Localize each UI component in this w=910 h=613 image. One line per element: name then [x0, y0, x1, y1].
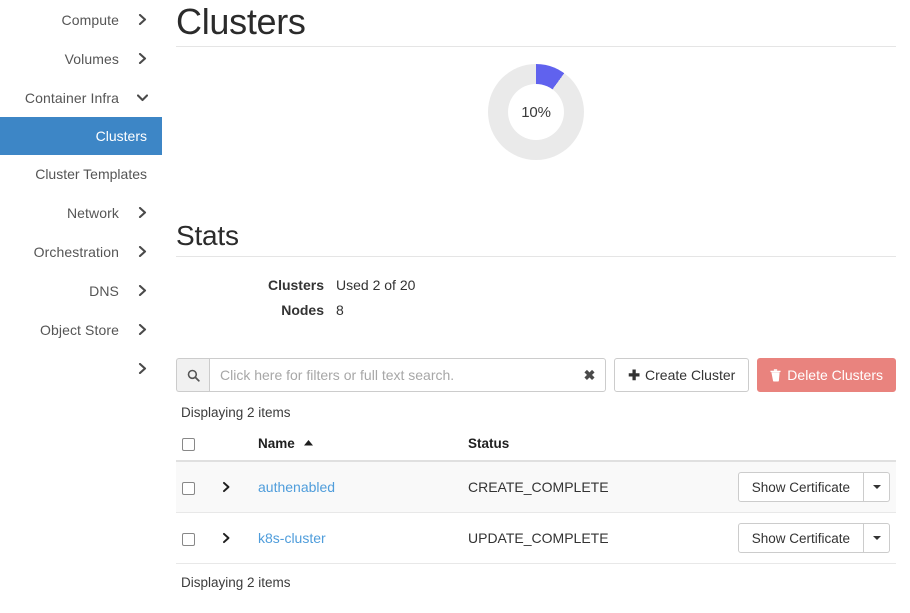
caret-down-icon [873, 485, 881, 489]
row-status-cell: UPDATE_COMPLETE [462, 513, 671, 564]
sidebar-item-label: Orchestration [34, 244, 119, 260]
create-cluster-button[interactable]: ✚ Create Cluster [614, 358, 749, 392]
cluster-name-link[interactable]: k8s-cluster [258, 530, 326, 546]
stats-key: Nodes [176, 300, 336, 325]
stats-value: Used 2 of 20 [336, 275, 896, 300]
stats-table: Clusters Used 2 of 20 Nodes 8 [176, 275, 896, 325]
sidebar-item-dns[interactable]: DNS [0, 271, 162, 310]
show-certificate-button[interactable]: Show Certificate [738, 472, 864, 502]
items-count-top: Displaying 2 items [176, 405, 896, 420]
show-certificate-split-button: Show Certificate [738, 472, 890, 502]
cluster-name-link[interactable]: authenabled [258, 479, 335, 495]
select-all-header [176, 430, 216, 461]
select-all-checkbox[interactable] [182, 438, 195, 451]
sidebar-item-compute[interactable]: Compute [0, 0, 162, 39]
chevron-down-icon [137, 92, 148, 103]
row-actions-dropdown-toggle[interactable] [864, 472, 890, 502]
sidebar-item-label: Volumes [65, 51, 119, 67]
row-select-cell [176, 461, 216, 513]
chevron-right-icon[interactable] [222, 531, 231, 547]
page-title: Clusters [176, 0, 896, 46]
chevron-right-icon [137, 363, 148, 374]
app-root: Compute Volumes Container Infra Clusters… [0, 0, 910, 613]
sidebar-item-container-infra[interactable]: Container Infra [0, 78, 162, 117]
search-field: ✖ [209, 358, 606, 392]
sidebar-item-label: Network [67, 205, 119, 221]
items-count-bottom: Displaying 2 items [176, 575, 896, 590]
table-toolbar: ✖ ✚ Create Cluster Delete Clusters [176, 358, 896, 392]
stats-key: Clusters [176, 275, 336, 300]
sidebar-item-truncated[interactable] [0, 349, 162, 388]
trash-icon [770, 369, 781, 382]
row-select-cell [176, 513, 216, 564]
search-group: ✖ [176, 358, 606, 392]
column-header-actions [671, 430, 896, 461]
donut-wrapper: 10% [488, 64, 584, 160]
sidebar-item-label: Container Infra [25, 90, 119, 106]
stats-row: Clusters Used 2 of 20 [176, 275, 896, 300]
row-expand-cell [216, 513, 252, 564]
chevron-right-icon [137, 207, 148, 218]
row-actions-cell: Show Certificate [671, 513, 896, 564]
create-cluster-label: Create Cluster [645, 367, 735, 383]
row-checkbox[interactable] [182, 482, 195, 495]
sidebar-item-cluster-templates[interactable]: Cluster Templates [0, 155, 162, 193]
sidebar: Compute Volumes Container Infra Clusters… [0, 0, 162, 613]
table-header-row: Name Status [176, 430, 896, 461]
table-row: k8s-cluster UPDATE_COMPLETE Show Certifi… [176, 513, 896, 564]
show-certificate-split-button: Show Certificate [738, 523, 890, 553]
caret-down-icon [873, 536, 881, 540]
sidebar-item-clusters[interactable]: Clusters [0, 117, 162, 155]
row-status-cell: CREATE_COMPLETE [462, 461, 671, 513]
show-certificate-button[interactable]: Show Certificate [738, 523, 864, 553]
sidebar-item-label: DNS [89, 283, 119, 299]
chevron-right-icon [137, 324, 148, 335]
donut-center-label: 10% [521, 104, 550, 121]
quota-donut-chart: 10% [176, 47, 896, 210]
sidebar-item-label: Compute [61, 12, 119, 28]
chevron-right-icon [137, 53, 148, 64]
search-input[interactable] [220, 359, 582, 391]
row-checkbox[interactable] [182, 533, 195, 546]
search-icon[interactable] [176, 358, 209, 392]
chevron-right-icon[interactable] [222, 480, 231, 496]
column-header-status-label: Status [468, 436, 509, 451]
sidebar-item-label: Clusters [96, 128, 147, 144]
plus-icon: ✚ [628, 368, 640, 382]
sidebar-item-label: Object Store [40, 322, 119, 338]
row-expand-cell [216, 461, 252, 513]
clusters-table: Name Status [176, 430, 896, 564]
stats-value: 8 [336, 300, 896, 325]
row-actions-cell: Show Certificate [671, 461, 896, 513]
stats-heading: Stats [176, 210, 896, 256]
main-content: Clusters 10% Stats Clusters Used 2 of 20… [162, 0, 910, 613]
column-header-status[interactable]: Status [462, 430, 671, 461]
table-row: authenabled CREATE_COMPLETE Show Certifi… [176, 461, 896, 513]
row-name-cell: authenabled [252, 461, 462, 513]
expand-header [216, 430, 252, 461]
sidebar-item-label: Cluster Templates [35, 166, 147, 182]
stats-row: Nodes 8 [176, 300, 896, 325]
sidebar-item-orchestration[interactable]: Orchestration [0, 232, 162, 271]
chevron-right-icon [137, 246, 148, 257]
clear-search-icon[interactable]: ✖ [582, 368, 598, 382]
row-actions-dropdown-toggle[interactable] [864, 523, 890, 553]
sidebar-item-volumes[interactable]: Volumes [0, 39, 162, 78]
donut-hole: 10% [508, 84, 564, 140]
sidebar-item-network[interactable]: Network [0, 193, 162, 232]
column-header-name[interactable]: Name [252, 430, 462, 461]
sort-asc-icon [304, 434, 313, 449]
chevron-right-icon [137, 285, 148, 296]
stats-divider [176, 256, 896, 257]
delete-clusters-label: Delete Clusters [787, 367, 883, 383]
row-name-cell: k8s-cluster [252, 513, 462, 564]
column-header-name-label: Name [258, 436, 295, 451]
chevron-right-icon [137, 14, 148, 25]
sidebar-item-object-store[interactable]: Object Store [0, 310, 162, 349]
delete-clusters-button[interactable]: Delete Clusters [757, 358, 896, 392]
